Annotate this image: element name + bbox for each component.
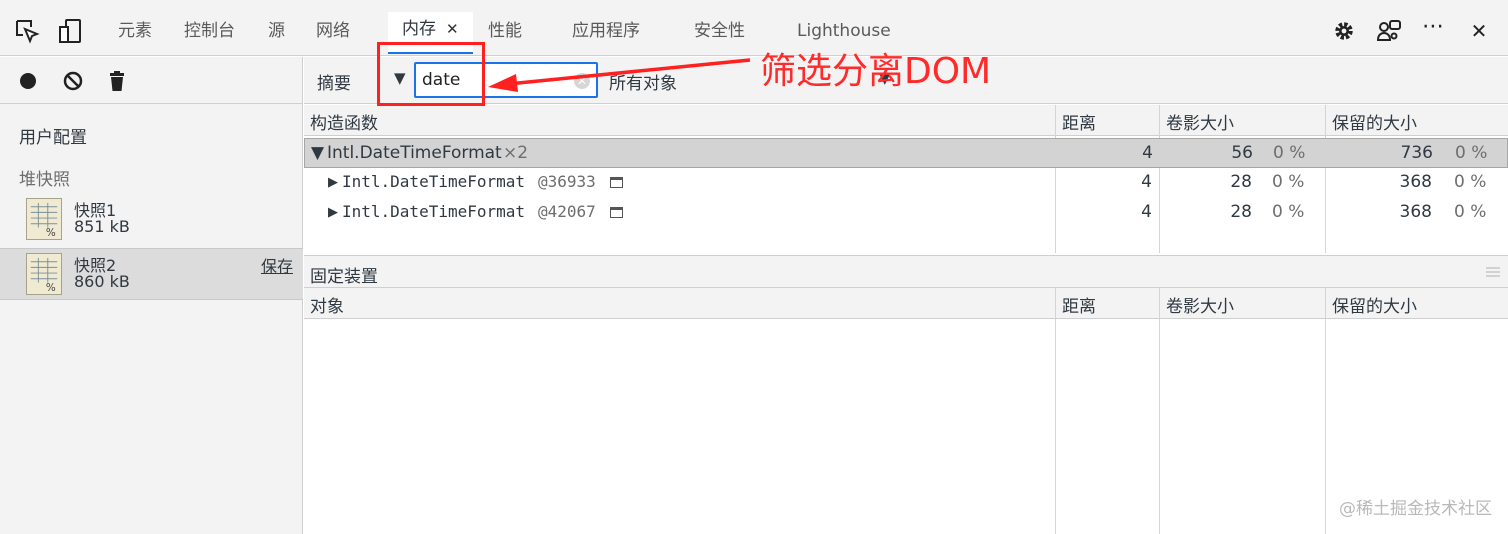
more-options-icon[interactable]: ⋯ (1420, 14, 1446, 40)
sidebar-toolbar (0, 57, 303, 104)
column-shallow-size[interactable]: 卷影大小 (1166, 292, 1234, 317)
profiles-heading: 用户配置 (19, 128, 87, 148)
instance-count: ×2 (503, 143, 529, 163)
column-object[interactable]: 对象 (310, 292, 344, 317)
record-icon[interactable] (16, 69, 40, 93)
retained-size-value: 736 (1400, 143, 1433, 163)
column-retained-size[interactable]: 保留的大小 (1332, 292, 1417, 317)
constructor-name: Intl.DateTimeFormat (342, 202, 526, 221)
save-snapshot-link[interactable]: 保存 (261, 253, 293, 277)
remote-devices-icon[interactable] (1376, 18, 1402, 44)
devtools-tab-bar: 元素 控制台 源 网络 内存 ✕ 性能 应用程序 安全性 Lighthouse ⋯… (0, 0, 1508, 56)
annotation-arrow-icon (488, 58, 751, 92)
tab-elements[interactable]: 元素 (118, 14, 152, 56)
device-toolbar-icon[interactable] (58, 18, 84, 44)
close-devtools-icon[interactable]: ✕ (1466, 18, 1492, 44)
column-shallow-size[interactable]: 卷影大小 (1166, 109, 1234, 134)
snapshot-thumbnail-icon: % (26, 253, 62, 295)
expand-arrow-icon[interactable]: ▼ (311, 143, 324, 163)
snapshot-item[interactable]: % 快照1 851 kB (0, 194, 303, 246)
snapshot-thumbnail-icon: % (26, 198, 62, 240)
column-divider (1055, 288, 1056, 534)
column-divider (1325, 288, 1326, 534)
column-constructor[interactable]: 构造函数 (310, 109, 378, 134)
shallow-size-percent: 0 % (1272, 202, 1305, 222)
retained-size-value: 368 (1399, 202, 1432, 222)
shallow-size-percent: 0 % (1273, 143, 1306, 163)
column-retained-size[interactable]: 保留的大小 (1332, 109, 1417, 134)
distance-value: 4 (1141, 172, 1152, 192)
shallow-size-value: 28 (1230, 202, 1252, 222)
table-row[interactable]: ▼ Intl.DateTimeFormat ×2 4 56 0 % 736 0 … (304, 138, 1508, 168)
annotation-label: 筛选分离DOM (760, 51, 992, 92)
snapshot-size: 851 kB (74, 217, 130, 236)
distance-value: 4 (1142, 143, 1153, 163)
tab-memory-label: 内存 (402, 19, 436, 39)
shallow-size-percent: 0 % (1272, 172, 1305, 192)
window-icon (610, 207, 623, 218)
constructor-name: Intl.DateTimeFormat (342, 172, 526, 191)
svg-text:%: % (46, 282, 56, 294)
retained-size-percent: 0 % (1455, 143, 1488, 163)
profiles-sidebar: 用户配置 堆快照 % 快照1 851 kB % 快照2 860 kB 保存 (0, 57, 303, 534)
retainers-table-header: 对象 距离 卷影大小 保留的大小 (304, 288, 1508, 319)
shallow-size-value: 28 (1230, 172, 1252, 192)
trash-icon[interactable] (105, 69, 129, 93)
object-id: @36933 (538, 172, 596, 191)
close-tab-icon[interactable]: ✕ (446, 20, 459, 38)
watermark: @稀土掘金技术社区 (1339, 499, 1492, 519)
tab-console[interactable]: 控制台 (184, 14, 235, 56)
clear-icon[interactable] (61, 69, 85, 93)
inspect-element-icon[interactable] (14, 18, 40, 44)
expand-arrow-icon[interactable]: ▶ (328, 205, 338, 220)
tab-security[interactable]: 安全性 (694, 14, 745, 56)
column-distance[interactable]: 距离 (1062, 109, 1096, 134)
retained-size-value: 368 (1399, 172, 1432, 192)
tab-network[interactable]: 网络 (316, 14, 350, 56)
object-id: @42067 (538, 202, 596, 221)
svg-text:%: % (46, 227, 56, 239)
tab-performance[interactable]: 性能 (488, 14, 522, 56)
settings-gear-icon[interactable] (1331, 18, 1357, 44)
snapshot-item-selected[interactable]: % 快照2 860 kB 保存 (0, 248, 303, 300)
snapshot-size: 860 kB (74, 272, 130, 291)
expand-arrow-icon[interactable]: ▶ (328, 175, 338, 190)
heap-snapshot-view: 摘要 ▼ date ✕ 所有对象 ▼ 构造函数 距离 卷影大小 保留的大小 ▼ … (304, 57, 1508, 534)
distance-value: 4 (1141, 202, 1152, 222)
window-icon (610, 177, 623, 188)
heap-snapshot-heading: 堆快照 (19, 170, 70, 190)
tab-application[interactable]: 应用程序 (572, 14, 640, 56)
shallow-size-value: 56 (1231, 143, 1253, 163)
retained-size-percent: 0 % (1454, 172, 1487, 192)
view-select[interactable]: 摘要 (317, 69, 351, 94)
column-distance[interactable]: 距离 (1062, 292, 1096, 317)
annotation-highlight-box (377, 42, 485, 106)
table-row[interactable]: ▶ Intl.DateTimeFormat @36933 4 28 0 % 36… (304, 168, 1508, 198)
tab-sources[interactable]: 源 (268, 14, 285, 56)
table-row[interactable]: ▶ Intl.DateTimeFormat @42067 4 28 0 % 36… (304, 198, 1508, 228)
drag-handle-icon[interactable] (1486, 267, 1500, 277)
column-divider (1159, 288, 1160, 534)
constructor-table-header: 构造函数 距离 卷影大小 保留的大小 (304, 105, 1508, 136)
retainers-section-header[interactable]: 固定装置 (304, 255, 1508, 288)
constructor-name: Intl.DateTimeFormat (327, 143, 502, 163)
retainers-title: 固定装置 (310, 267, 378, 287)
retained-size-percent: 0 % (1454, 202, 1487, 222)
